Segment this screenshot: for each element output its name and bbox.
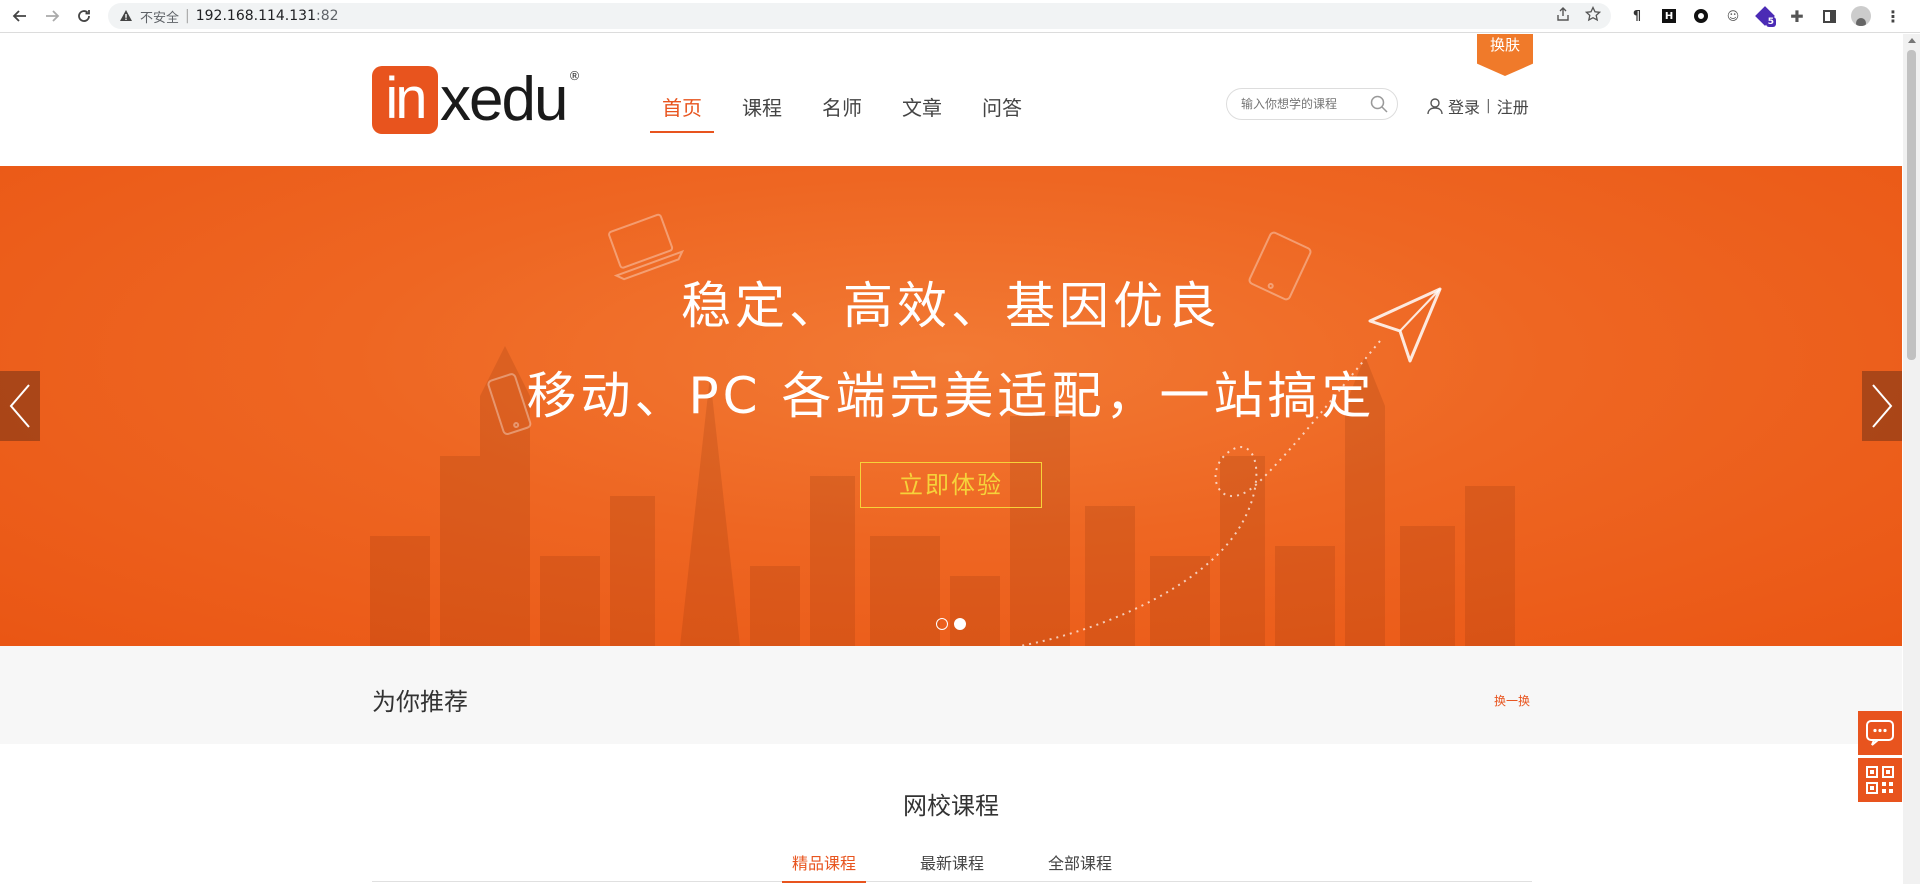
forward-arrow-icon (46, 10, 60, 22)
nav-teachers[interactable]: 名师 (810, 92, 874, 133)
search-icon[interactable] (1369, 94, 1389, 114)
login-link[interactable]: 登录 (1448, 94, 1480, 118)
page-viewport: in xedu ® 首页 课程 名师 文章 问答 换肤 登录 | 注册 (0, 34, 1902, 884)
nav-courses[interactable]: 课程 (730, 92, 794, 133)
main-nav: 首页 课程 名师 文章 问答 (650, 92, 1050, 133)
banner-pagination (936, 618, 966, 630)
qr-code-button[interactable] (1858, 758, 1902, 802)
url-port: :82 (315, 8, 339, 24)
url-host: 192.168.114.131 (195, 8, 316, 24)
banner-prev-button[interactable] (0, 371, 40, 441)
recommend-title: 为你推荐 (372, 688, 468, 716)
chevron-left-icon (9, 384, 30, 428)
pilcrow-extension-icon[interactable]: ¶ (1626, 5, 1648, 27)
online-chat-button[interactable] (1858, 711, 1902, 755)
logo-in-mark: in (372, 66, 438, 134)
site-header: in xedu ® 首页 课程 名师 文章 问答 换肤 登录 | 注册 (0, 34, 1902, 166)
banner-subheadline: 移动、PC 各端完美适配，一站搞定 (526, 367, 1376, 425)
browser-menu-icon[interactable]: ⋮ (1882, 5, 1904, 27)
puzzle-extensions-icon[interactable]: ✚ (1786, 5, 1808, 27)
browser-toolbar: 不安全 | 192.168.114.131 :82 ¶ H ☺ 5 ✚ ⋮ (0, 0, 1920, 33)
address-bar[interactable]: 不安全 | 192.168.114.131 :82 (108, 3, 1611, 29)
scroll-up-arrow-icon[interactable] (1907, 38, 1916, 43)
tab-all-courses[interactable]: 全部课程 (1038, 850, 1122, 882)
bookmark-star-icon[interactable] (1585, 6, 1601, 22)
stack-extension-icon[interactable]: 5 (1754, 5, 1776, 27)
extension-badge: 5 (1765, 17, 1776, 27)
url-separator: | (185, 8, 190, 24)
page-scrollbar[interactable] (1903, 34, 1920, 884)
courses-section-title: 网校课程 (903, 792, 999, 820)
profile-avatar-icon[interactable] (1850, 5, 1872, 27)
side-float-toolbar (1858, 711, 1902, 805)
banner-next-button[interactable] (1862, 371, 1902, 441)
banner-dot-2[interactable] (954, 618, 966, 630)
recommend-section: 为你推荐 换一换 (0, 646, 1902, 744)
hero-banner: 稳定、高效、基因优良 移动、PC 各端完美适配，一站搞定 立即体验 (0, 166, 1902, 646)
course-tabs: 精品课程 最新课程 全部课程 (372, 850, 1532, 883)
site-logo[interactable]: in xedu ® (372, 66, 580, 134)
user-links: 登录 | 注册 (1426, 94, 1529, 118)
forward-button[interactable] (40, 4, 64, 28)
insecure-label: 不安全 (140, 10, 180, 26)
chat-bubble-icon (1866, 720, 1894, 746)
circle-extension-icon[interactable] (1690, 5, 1712, 27)
tab-latest-courses[interactable]: 最新课程 (910, 850, 994, 882)
chevron-right-icon (1872, 384, 1893, 428)
link-divider: | (1486, 98, 1491, 114)
register-link[interactable]: 注册 (1497, 94, 1529, 118)
warning-icon[interactable] (118, 8, 134, 24)
back-button[interactable] (8, 4, 32, 28)
share-icon[interactable] (1555, 6, 1571, 22)
nav-home[interactable]: 首页 (650, 92, 714, 133)
try-now-button[interactable]: 立即体验 (860, 462, 1042, 508)
user-icon (1427, 98, 1443, 115)
qr-code-icon (1866, 766, 1894, 794)
banner-headline: 稳定、高效、基因优良 (681, 277, 1221, 335)
back-arrow-icon (12, 10, 26, 22)
nav-articles[interactable]: 文章 (890, 92, 954, 133)
reload-icon (78, 10, 90, 22)
sidebar-panel-icon[interactable] (1818, 5, 1840, 27)
h-extension-icon[interactable]: H (1658, 5, 1680, 27)
logo-registered-mark: ® (568, 69, 581, 83)
banner-dot-1[interactable] (936, 618, 948, 630)
tab-featured-courses[interactable]: 精品课程 (781, 850, 866, 883)
refresh-recommend-link[interactable]: 换一换 (1494, 692, 1530, 709)
logo-wordmark: xedu (440, 65, 568, 134)
reload-button[interactable] (72, 4, 96, 28)
nav-qa[interactable]: 问答 (970, 92, 1034, 133)
change-skin-button[interactable]: 换肤 (1477, 34, 1533, 76)
course-search (1226, 88, 1398, 120)
face-extension-icon[interactable]: ☺ (1722, 5, 1744, 27)
scrollbar-thumb[interactable] (1907, 50, 1916, 360)
search-input[interactable] (1241, 97, 1365, 111)
